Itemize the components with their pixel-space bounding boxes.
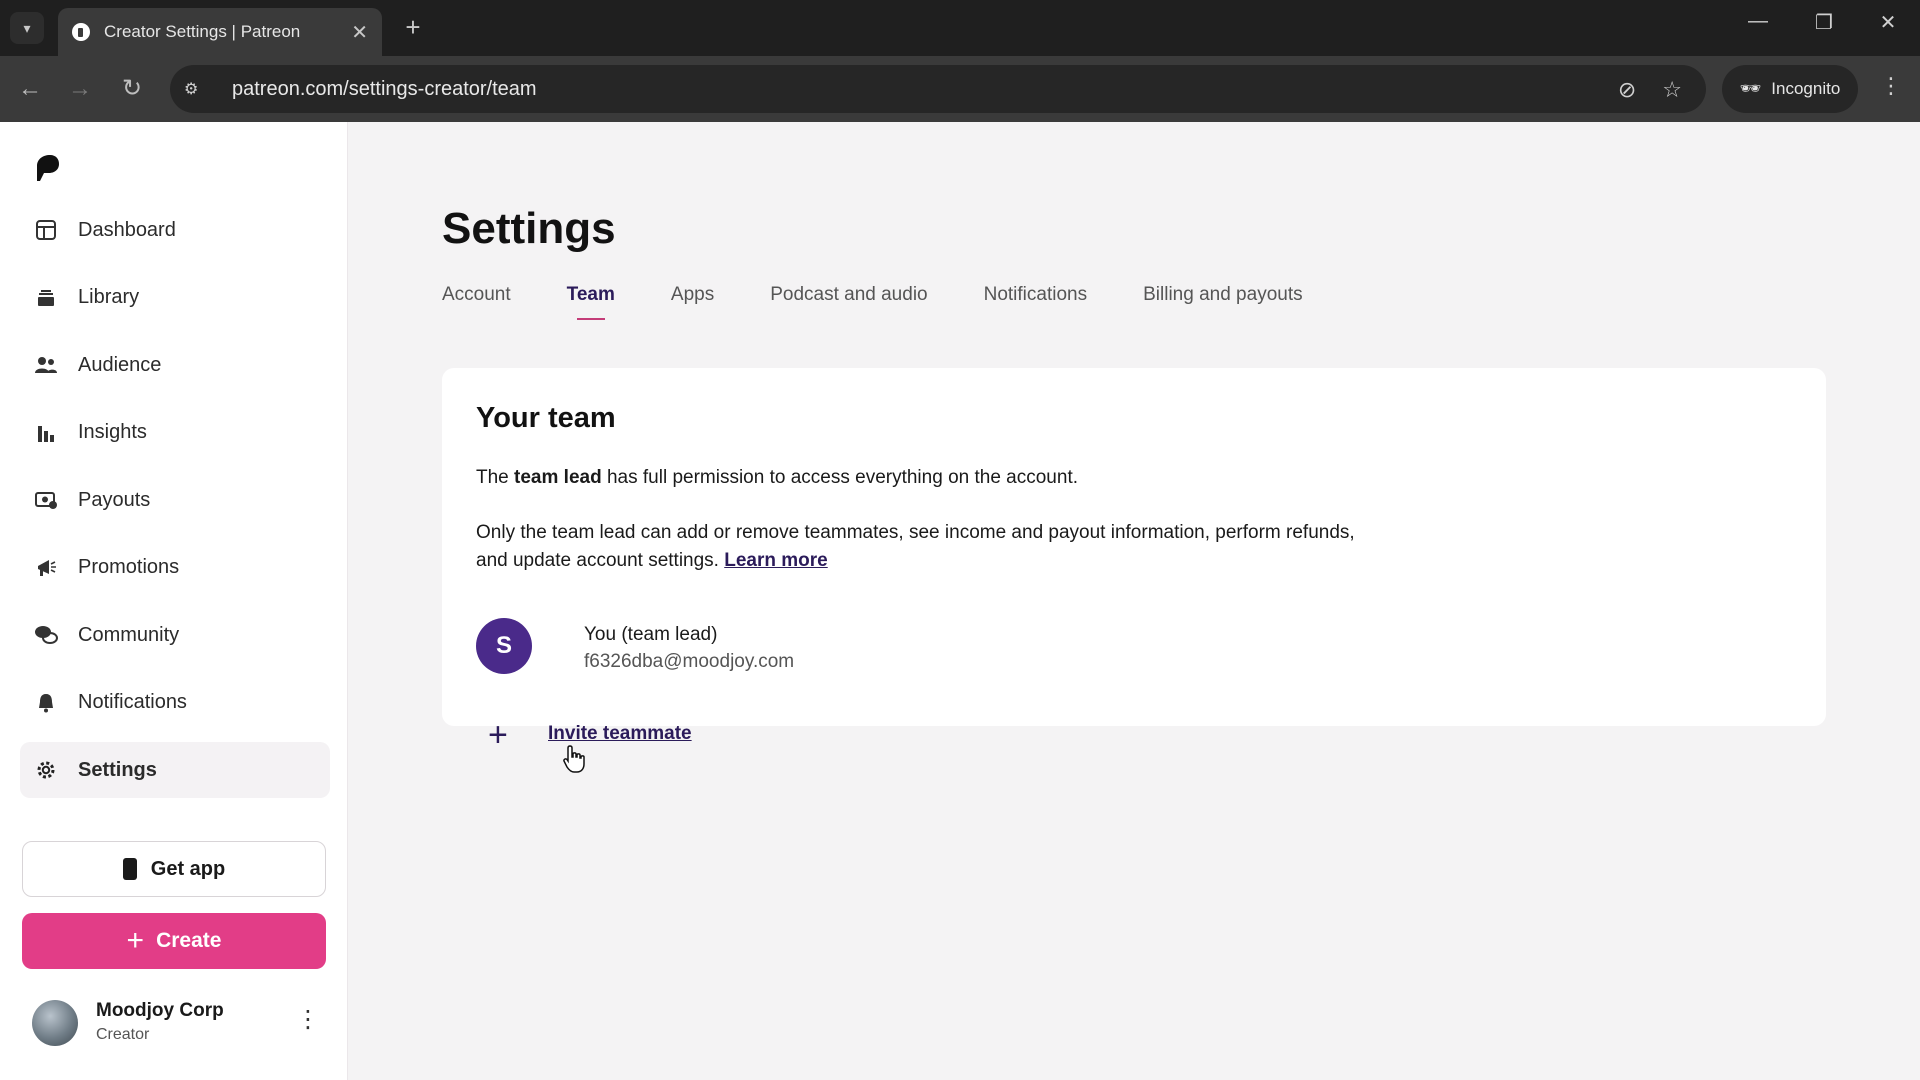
gear-icon [34, 758, 58, 782]
member-avatar: S [476, 618, 532, 674]
tab-apps[interactable]: Apps [671, 284, 714, 318]
incognito-badge[interactable]: 🕶 Incognito [1722, 65, 1858, 113]
promotions-icon [34, 556, 58, 580]
phone-icon [122, 858, 137, 880]
sidebar-item-insights[interactable]: Insights [20, 405, 330, 461]
sidebar-item-payouts[interactable]: Payouts [20, 472, 330, 528]
bell-icon [34, 691, 58, 715]
main-content: Settings Account Team Apps Podcast and a… [349, 122, 1920, 1080]
community-icon [34, 623, 58, 647]
address-bar[interactable]: ⚙ patreon.com/settings-creator/team ⊘ ☆ [170, 65, 1706, 113]
invite-teammate-link[interactable]: Invite teammate [548, 723, 692, 745]
browser-tabbar: ▾ Creator Settings | Patreon ✕ + — ❐ ✕ [0, 0, 1920, 56]
more-options-icon[interactable]: ⋮ [296, 1008, 320, 1032]
card-title: Your team [476, 402, 616, 434]
sidebar-item-label: Library [78, 286, 140, 308]
payouts-icon [34, 488, 58, 512]
team-card: Your team The team lead has full permiss… [442, 368, 1826, 752]
plus-icon[interactable]: + [488, 718, 508, 752]
create-label: Create [156, 929, 222, 952]
back-arrow-icon[interactable]: ← [14, 73, 46, 105]
profile-name: Moodjoy Corp [96, 1000, 224, 1021]
browser-tab-title: Creator Settings | Patreon [104, 22, 301, 41]
sidebar-item-label: Settings [78, 758, 157, 781]
tab-podcast-and-audio[interactable]: Podcast and audio [770, 284, 927, 318]
avatar[interactable] [32, 1000, 78, 1046]
incognito-label: Incognito [1771, 79, 1841, 98]
settings-tabs: Account Team Apps Podcast and audio Noti… [442, 284, 1359, 320]
sidebar-item-label: Insights [78, 421, 147, 443]
sidebar-item-label: Community [78, 623, 180, 646]
learn-more-link[interactable]: Learn more [724, 550, 827, 571]
patreon-favicon-icon [72, 23, 90, 41]
reload-icon[interactable]: ↻ [116, 73, 148, 105]
url-text[interactable]: patreon.com/settings-creator/team [232, 78, 537, 101]
tab-account[interactable]: Account [442, 284, 511, 318]
minimize-icon[interactable]: — [1738, 10, 1778, 33]
team-lead-description: The team lead has full permission to acc… [476, 467, 1078, 488]
tab-notifications[interactable]: Notifications [984, 284, 1088, 318]
sidebar-item-label: Promotions [78, 556, 180, 578]
chevron-down-icon: ▾ [23, 19, 31, 36]
plus-icon: + [126, 924, 145, 957]
browser-menu-icon[interactable]: ⋮ [1876, 73, 1906, 99]
close-tab-icon[interactable]: ✕ [351, 20, 368, 45]
page-title: Settings [442, 204, 616, 253]
browser-toolbar: ← → ↻ ⚙ patreon.com/settings-creator/tea… [0, 56, 1920, 122]
restore-icon[interactable]: ❐ [1804, 10, 1844, 35]
member-name: You (team lead) [584, 624, 718, 645]
sidebar-item-community[interactable]: Community [20, 607, 330, 663]
star-icon[interactable]: ☆ [1662, 77, 1682, 103]
library-icon [34, 286, 58, 310]
dashboard-icon [34, 218, 58, 242]
team-lead-permissions-text: Only the team lead can add or remove tea… [476, 522, 1355, 571]
forward-arrow-icon[interactable]: → [64, 73, 96, 105]
profile-role: Creator [96, 1026, 150, 1043]
profile-menu[interactable]: Moodjoy Corp Creator ⋮ [32, 998, 322, 1054]
tab-billing-and-payouts[interactable]: Billing and payouts [1143, 284, 1303, 318]
member-email: f6326dba@moodjoy.com [584, 651, 795, 672]
insights-icon [34, 421, 58, 445]
sidebar-item-label: Notifications [78, 691, 187, 713]
sidebar-item-audience[interactable]: Audience [20, 337, 330, 393]
sidebar-item-notifications[interactable]: Notifications [20, 675, 330, 731]
sidebar-item-library[interactable]: Library [20, 270, 330, 326]
tab-team[interactable]: Team [567, 284, 615, 320]
create-button[interactable]: + Create [22, 913, 326, 969]
sidebar-item-label: Payouts [78, 488, 151, 511]
close-window-icon[interactable]: ✕ [1868, 10, 1908, 35]
browser-tab-active[interactable]: Creator Settings | Patreon ✕ [58, 8, 382, 56]
eye-off-icon[interactable]: ⊘ [1618, 77, 1636, 103]
tab-search-button[interactable]: ▾ [10, 12, 44, 44]
incognito-icon: 🕶 [1739, 79, 1762, 98]
new-tab-button[interactable]: + [398, 12, 428, 42]
get-app-label: Get app [150, 857, 226, 880]
sidebar-item-promotions[interactable]: Promotions [20, 540, 330, 596]
sidebar: Dashboard Library Audience Insights Payo… [0, 122, 348, 1080]
sidebar-item-settings[interactable]: Settings [20, 742, 330, 798]
sidebar-item-label: Dashboard [78, 218, 176, 241]
audience-icon [34, 353, 58, 377]
hand-cursor-icon [563, 745, 585, 773]
get-app-button[interactable]: Get app [22, 841, 326, 897]
site-info-icon[interactable]: ⚙ [184, 79, 214, 99]
sidebar-nav: Dashboard Library Audience Insights Payo… [20, 202, 330, 810]
sidebar-item-label: Audience [78, 353, 162, 376]
sidebar-item-dashboard[interactable]: Dashboard [20, 202, 330, 258]
patreon-logo-icon[interactable] [36, 154, 60, 182]
